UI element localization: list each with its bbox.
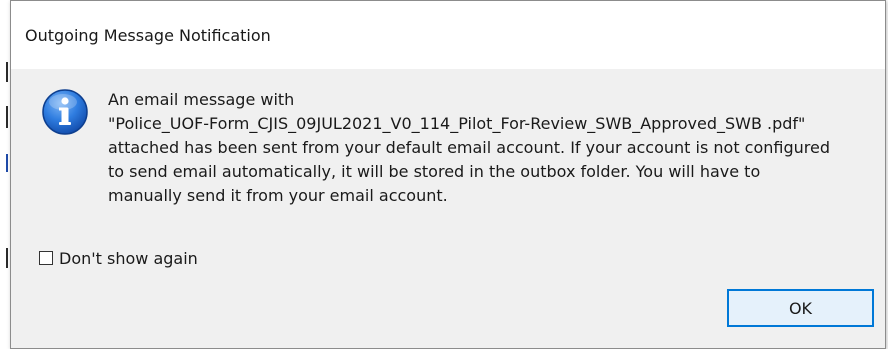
- message-line: An email message with: [108, 90, 295, 109]
- background-window-fragment: [6, 154, 8, 172]
- background-window-fragment: [6, 62, 8, 82]
- background-window-fragment: [6, 248, 8, 268]
- info-icon: [42, 89, 88, 135]
- ok-button[interactable]: OK: [727, 289, 874, 327]
- dont-show-again-checkbox[interactable]: Don't show again: [39, 246, 198, 270]
- checkbox-label[interactable]: Don't show again: [59, 249, 198, 268]
- dialog-message: An email message with "Police_UOF-Form_C…: [108, 88, 878, 208]
- background-window-fragment: [6, 106, 8, 128]
- message-line: to send email automatically, it will be …: [108, 162, 761, 181]
- message-line: attached has been sent from your default…: [108, 138, 830, 157]
- message-line: manually send it from your email account…: [108, 186, 448, 205]
- dialog-title: Outgoing Message Notification: [25, 26, 271, 45]
- message-line: "Police_UOF-Form_CJIS_09JUL2021_V0_114_P…: [108, 114, 806, 133]
- outgoing-message-dialog: Outgoing Message Notification An email m…: [10, 0, 886, 349]
- dialog-titlebar[interactable]: Outgoing Message Notification: [11, 1, 885, 69]
- screen: Outgoing Message Notification An email m…: [0, 0, 888, 349]
- checkbox-box[interactable]: [39, 251, 53, 265]
